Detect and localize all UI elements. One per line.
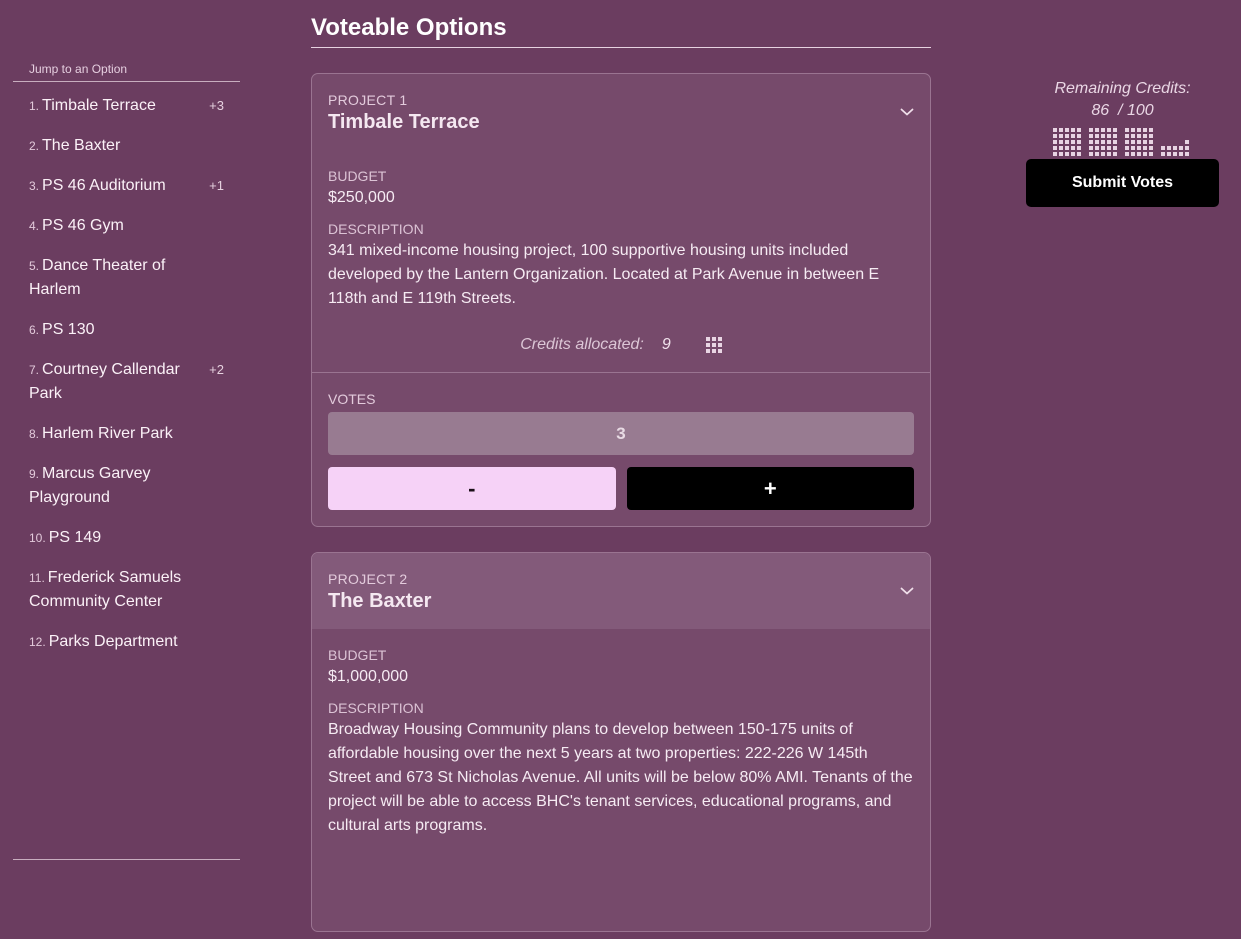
page-title: Voteable Options: [311, 0, 931, 48]
sidebar-item-label: The Baxter: [42, 137, 121, 154]
project-card: PROJECT 1 Timbale Terrace BUDGET $250,00…: [311, 73, 931, 527]
sidebar-item-harlem-river-park[interactable]: 8. Harlem River Park: [13, 414, 240, 454]
chevron-down-icon[interactable]: [900, 107, 914, 117]
sidebar-item-number: 1.: [29, 99, 40, 113]
sidebar-item-ps-130[interactable]: 6. PS 130: [13, 310, 240, 350]
project-header[interactable]: PROJECT 2 The Baxter: [312, 553, 930, 629]
sidebar-item-label: PS 46 Gym: [42, 217, 124, 234]
sidebar-item-label: PS 46 Auditorium: [42, 177, 166, 194]
sidebar-item-number: 10.: [29, 531, 46, 545]
submit-votes-button[interactable]: Submit Votes: [1026, 159, 1219, 207]
credit-grid-icon: [705, 337, 722, 353]
description-text: Broadway Housing Community plans to deve…: [328, 721, 913, 834]
total-credits-value: 100: [1126, 102, 1154, 119]
remaining-credits-label: Remaining Credits:: [1054, 80, 1191, 97]
sidebar-item-frederick-samuels-community-center[interactable]: 11. Frederick Samuels Community Center: [13, 558, 240, 622]
decrease-vote-button[interactable]: -: [328, 467, 616, 510]
project-body: BUDGET $250,000 DESCRIPTION 341 mixed-in…: [312, 150, 930, 372]
votes-label: VOTES: [328, 391, 376, 407]
sidebar-item-label: Courtney Callendar Park: [29, 361, 180, 402]
sidebar-item-number: 12.: [29, 635, 46, 649]
increase-vote-button[interactable]: +: [626, 467, 914, 510]
remaining-credits-value: 86: [1091, 102, 1110, 119]
project-title: Timbale Terrace: [328, 111, 480, 133]
sidebar-item-number: 3.: [29, 179, 40, 193]
sidebar-item-timbale-terrace[interactable]: 1. Timbale Terrace +3: [13, 86, 240, 126]
sidebar-item-ps-149[interactable]: 10. PS 149: [13, 518, 240, 558]
vote-delta-badge: +2: [209, 362, 224, 377]
sidebar-item-parks-department[interactable]: 12. Parks Department: [13, 622, 240, 662]
budget-label: BUDGET: [328, 168, 387, 184]
credit-blocks: [1026, 128, 1219, 156]
votes-count: 3: [328, 412, 914, 455]
project-body: BUDGET $1,000,000 DESCRIPTION Broadway H…: [312, 629, 930, 838]
sidebar-item-the-baxter[interactable]: 2. The Baxter: [13, 126, 240, 166]
sidebar-item-marcus-garvey-playground[interactable]: 9. Marcus Garvey Playground: [13, 454, 240, 518]
sidebar-item-number: 11.: [29, 571, 45, 585]
sidebar-item-label: PS 149: [48, 529, 102, 546]
sidebar-item-ps-46-auditorium[interactable]: 3. PS 46 Auditorium +1: [13, 166, 240, 206]
sidebar-item-number: 7.: [29, 363, 40, 377]
chevron-down-icon[interactable]: [900, 586, 914, 596]
sidebar-item-number: 4.: [29, 219, 40, 233]
vote-button-row: - +: [328, 467, 914, 510]
description-label: DESCRIPTION: [328, 221, 424, 237]
budget-value: $1,000,000: [328, 668, 409, 685]
sidebar-header: Jump to an Option: [13, 62, 240, 82]
sidebar-item-label: Marcus Garvey Playground: [29, 465, 151, 506]
sidebar-item-label: Timbale Terrace: [42, 97, 156, 114]
sidebar-item-number: 6.: [29, 323, 40, 337]
sidebar-item-label: Parks Department: [48, 633, 178, 650]
project-card: PROJECT 2 The Baxter BUDGET $1,000,000 D…: [311, 552, 931, 932]
credits-panel: Remaining Credits: 86 / 100 Submit Votes: [1026, 80, 1219, 207]
sidebar-item-number: 5.: [29, 259, 40, 273]
option-sidebar: Jump to an Option 1. Timbale Terrace +3 2…: [13, 62, 240, 662]
credits-allocated-label: Credits allocated:: [520, 336, 644, 353]
credits-allocated-value: 9: [661, 336, 671, 353]
remaining-credits-count: 86 / 100: [1091, 102, 1154, 119]
main-content: Voteable Options PROJECT 1 Timbale Terra…: [311, 0, 931, 932]
project-number: PROJECT 2: [328, 571, 408, 587]
vote-delta-badge: +3: [209, 98, 224, 113]
sidebar-item-label: PS 130: [42, 321, 95, 338]
sidebar-item-courtney-callendar-park[interactable]: 7. Courtney Callendar Park +2: [13, 350, 240, 414]
description-text: 341 mixed-income housing project, 100 su…: [328, 242, 880, 307]
budget-value: $250,000: [328, 189, 395, 206]
votes-section: VOTES 3 - +: [312, 372, 930, 526]
project-header[interactable]: PROJECT 1 Timbale Terrace: [312, 74, 930, 150]
sidebar-item-dance-theater-of-harlem[interactable]: 5. Dance Theater of Harlem: [13, 246, 240, 310]
app-root: Jump to an Option 1. Timbale Terrace +3 2…: [0, 0, 1241, 939]
sidebar-item-label: Dance Theater of Harlem: [29, 257, 166, 298]
sidebar-item-label: Frederick Samuels Community Center: [29, 569, 182, 610]
sidebar-item-number: 8.: [29, 427, 40, 441]
vote-delta-badge: +1: [209, 178, 224, 193]
sidebar-list: 1. Timbale Terrace +3 2. The Baxter 3. PS 4…: [13, 86, 240, 662]
sidebar-item-number: 9.: [29, 467, 40, 481]
credit-blocks-icon: [1052, 128, 1189, 156]
description-label: DESCRIPTION: [328, 700, 424, 716]
sidebar-item-ps-46-gym[interactable]: 4. PS 46 Gym: [13, 206, 240, 246]
sidebar-item-label: Harlem River Park: [42, 425, 173, 442]
project-number: PROJECT 1: [328, 92, 408, 108]
sidebar-item-number: 2.: [29, 139, 40, 153]
budget-label: BUDGET: [328, 647, 387, 663]
sidebar-divider: [13, 859, 240, 860]
project-title: The Baxter: [328, 590, 432, 612]
credits-allocated-row: Credits allocated: 9: [328, 311, 914, 372]
